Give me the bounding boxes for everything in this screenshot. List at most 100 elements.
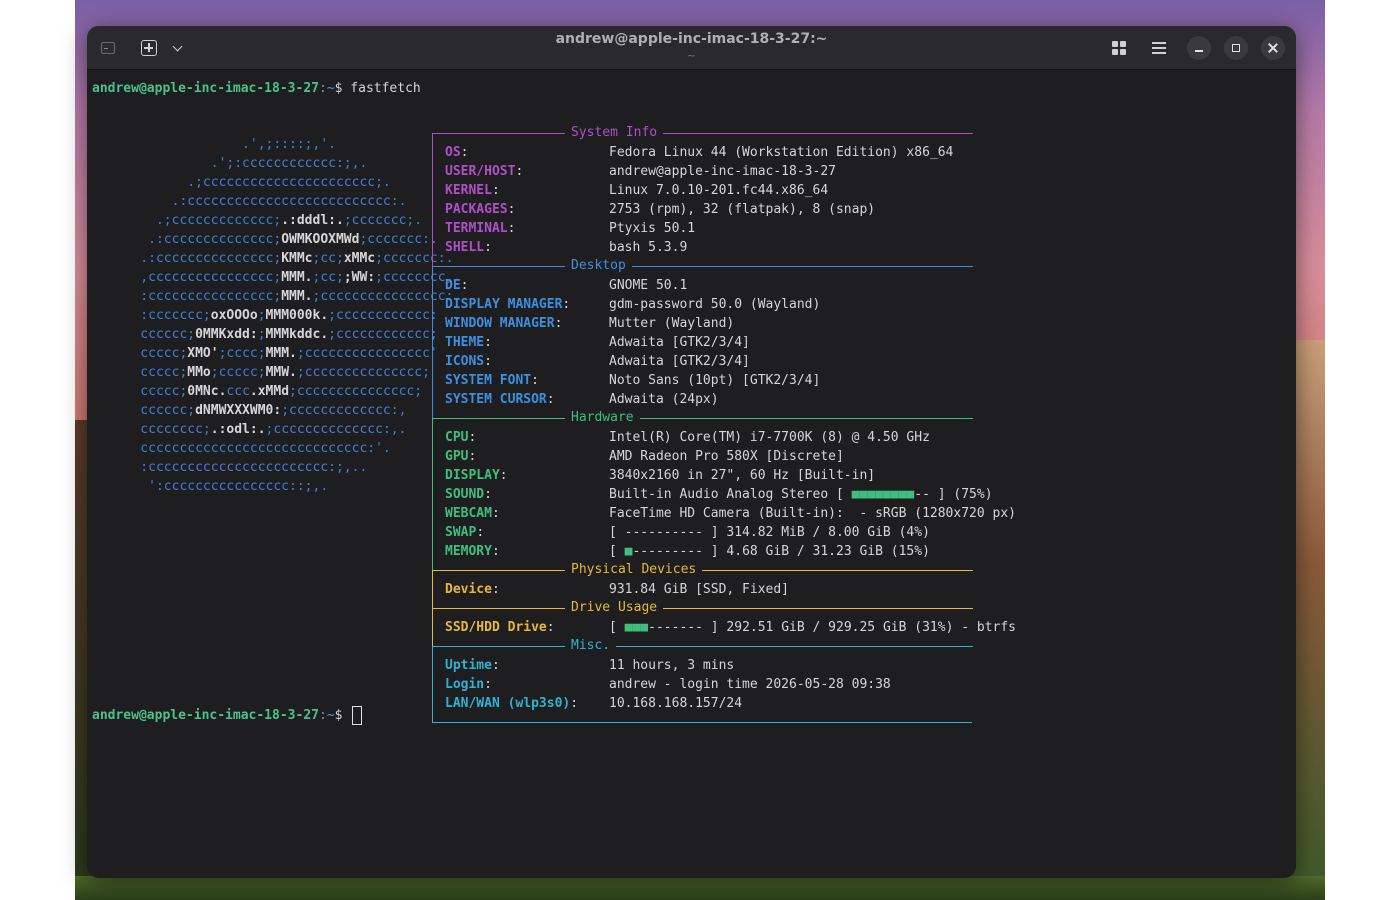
section-drive-usage: Drive Usage SSD/HDD Drive: [ ■■■------- ] … xyxy=(432,598,1016,646)
info-key-colon: : xyxy=(484,335,492,350)
usage-bar-fill: ■■■■■■■■ xyxy=(851,487,915,502)
info-value-part: [ xyxy=(609,544,625,559)
ascii-logo-segment: .:dddl:. xyxy=(281,213,344,228)
section-border-top xyxy=(433,266,973,267)
ascii-logo-segment: dNMWXXXWM0: xyxy=(195,403,282,418)
info-key-colon: : xyxy=(491,582,500,597)
ascii-logo-segment: XMO' xyxy=(187,346,219,361)
info-key: WEBCAM xyxy=(445,506,492,521)
text-cursor xyxy=(352,706,363,725)
info-value: AMD Radeon Pro 580X [Discrete] xyxy=(609,449,844,464)
ascii-logo-line: :ccccccccccccccccccccccc:;,.. xyxy=(109,458,367,477)
ascii-logo-segment: cccccc; xyxy=(109,403,196,418)
info-value-part: ] (75%) xyxy=(937,487,993,502)
ascii-logo-segment: ;cccc; xyxy=(218,346,266,361)
section-border-top xyxy=(433,570,973,571)
info-key-colon: : xyxy=(491,183,500,198)
terminal-output[interactable]: andrew@apple-inc-imac-18-3-27:~$ fastfet… xyxy=(87,71,1296,878)
info-value: Adwaita [GTK2/3/4] xyxy=(609,335,750,350)
prompt-path: ~ xyxy=(326,708,335,723)
section-border-top xyxy=(433,418,973,419)
info-row: SYSTEM CURSOR: Adwaita (24px) xyxy=(445,390,719,409)
section-desktop: Desktop DE: GNOME 50.1 DISPLAY MANAGER: gdm-… xyxy=(432,256,973,418)
ascii-logo-line: .;cccccccccccccccccccccc;. xyxy=(109,173,391,192)
info-row: PACKAGES: 2753 (rpm), 32 (flatpak), 8 (sn… xyxy=(445,200,875,219)
ascii-logo-segment: ; xyxy=(257,327,266,342)
maximize-icon xyxy=(1232,44,1240,52)
ascii-logo-segment: ;ccccccccccccccc; xyxy=(296,365,430,380)
ascii-logo-line: :ccccccc;oxOOOo;MMM000k.;cccccccccccc: xyxy=(109,306,438,325)
ascii-logo-segment: ;ccccccc:. xyxy=(359,232,438,247)
info-value-part: Built-in Audio Analog Stereo [ xyxy=(609,487,852,502)
active-prompt-line[interactable]: andrew@apple-inc-imac-18-3-27:~$ xyxy=(92,706,363,725)
ascii-logo-line: .',;::::;,'. xyxy=(109,135,336,154)
command-line: andrew@apple-inc-imac-18-3-27:~$ fastfet… xyxy=(92,79,421,98)
terminal-window[interactable]: andrew@apple-inc-imac-18-3-27:~ ~ andrew… xyxy=(87,26,1296,878)
info-row: Device: 931.84 GiB [SSD, Fixed] xyxy=(445,580,789,599)
info-row: SSD/HDD Drive: [ ■■■------- ] 292.51 GiB … xyxy=(445,618,1016,637)
ascii-logo-segment: ccccc; xyxy=(109,346,188,361)
ascii-logo-segment: :ccccccccccccccccccccccc:;,.. xyxy=(109,460,368,475)
ascii-logo-line: cccccccc;.:odl:.;cccccccccccccc:,. xyxy=(109,420,406,439)
info-value: gdm-password 50.0 (Wayland) xyxy=(609,297,821,312)
maximize-button[interactable] xyxy=(1224,36,1248,60)
info-value: 931.84 GiB [SSD, Fixed] xyxy=(609,582,790,597)
command-text: fastfetch xyxy=(350,81,421,96)
info-key-colon: : xyxy=(484,240,492,255)
info-key-colon: : xyxy=(554,316,563,331)
tab-overview-button[interactable] xyxy=(1109,38,1129,58)
prompt-user-host: andrew@apple-inc-imac-18-3-27 xyxy=(92,81,319,96)
ascii-logo-segment: ;ccccccccccccc:, xyxy=(281,403,407,418)
info-value: Noto Sans (10pt) [GTK2/3/4] xyxy=(609,373,821,388)
info-row: LAN/WAN (wlp3s0): 10.168.168.157/24 xyxy=(445,694,742,713)
ascii-logo-segment: .xMMd xyxy=(249,384,290,399)
info-key: Device xyxy=(445,582,492,597)
info-key-colon: : xyxy=(562,297,571,312)
ascii-logo-segment: ccc xyxy=(226,384,250,399)
ascii-logo-segment: ccccc; xyxy=(109,365,188,380)
info-key-colon: : xyxy=(460,145,469,160)
section-title: Misc. xyxy=(565,636,617,655)
ascii-logo-segment: xMMc xyxy=(343,251,376,266)
section-title: Drive Usage xyxy=(565,598,664,617)
ascii-logo-segment: ,cccccccccccccccc; xyxy=(109,270,282,285)
info-key: GPU xyxy=(445,449,469,464)
info-key-colon: : xyxy=(460,278,469,293)
main-menu-button[interactable] xyxy=(1149,38,1169,58)
ascii-logo-line: .';:cccccccccccc:;,. xyxy=(109,154,368,173)
info-key: ICONS xyxy=(445,354,485,369)
info-row: KERNEL: Linux 7.0.10-201.fc44.x86_64 xyxy=(445,181,828,200)
info-key: KERNEL xyxy=(445,183,492,198)
info-key: THEME xyxy=(445,335,485,350)
info-row: SYSTEM FONT: Noto Sans (10pt) [GTK2/3/4] xyxy=(445,371,820,390)
prompt-path: ~ xyxy=(326,81,335,96)
info-value: 10.168.168.157/24 xyxy=(609,696,743,711)
ascii-logo-line: ccccc;XMO';cccc;MMM.;cccccccccccccccc' xyxy=(109,344,437,363)
headerbar[interactable]: andrew@apple-inc-imac-18-3-27:~ ~ xyxy=(87,26,1296,70)
info-row: WEBCAM: FaceTime HD Camera (Built-in): - … xyxy=(445,504,1016,523)
ascii-logo-line: .:ccccccccccccccc;KMMc;cc;xMMc;ccccccc:. xyxy=(109,249,453,268)
info-value: 2753 (rpm), 32 (flatpak), 8 (snap) xyxy=(609,202,876,217)
ascii-logo-segment: .',;::::;,'. xyxy=(109,137,336,152)
close-button[interactable] xyxy=(1261,36,1285,60)
prompt-symbol: $ xyxy=(334,708,351,723)
info-key-colon: : xyxy=(507,221,516,236)
info-key: USER/HOST xyxy=(445,164,516,179)
ascii-logo-segment: ; xyxy=(257,308,266,323)
ascii-logo-segment: KMMc xyxy=(281,251,313,266)
info-value: Intel(R) Core(TM) i7-7700K (8) @ 4.50 GH… xyxy=(609,430,930,445)
info-key: SYSTEM FONT xyxy=(445,373,532,388)
section-border-bottom xyxy=(432,722,972,723)
minimize-button[interactable] xyxy=(1187,36,1211,60)
ascii-logo-segment: MMM. xyxy=(281,289,313,304)
info-key-colon: : xyxy=(476,525,485,540)
info-value: Fedora Linux 44 (Workstation Edition) x8… xyxy=(609,145,954,160)
info-value: andrew@apple-inc-imac-18-3-27 xyxy=(609,164,836,179)
ascii-logo-segment: ;cccccccccccccc:,. xyxy=(265,422,407,437)
info-value: Adwaita (24px) xyxy=(609,392,719,407)
ascii-logo-line: .:cccccccccccccc;OWMKOOXMWd;ccccccc:. xyxy=(109,230,438,249)
ascii-logo-segment: ;cccccccccccc: xyxy=(328,308,438,323)
ascii-logo-line: ccccc;MMo;ccccc;MMW.;ccccccccccccccc; xyxy=(109,363,430,382)
info-key: TERMINAL xyxy=(445,221,508,236)
ascii-logo-segment: ;cc; xyxy=(312,270,344,285)
